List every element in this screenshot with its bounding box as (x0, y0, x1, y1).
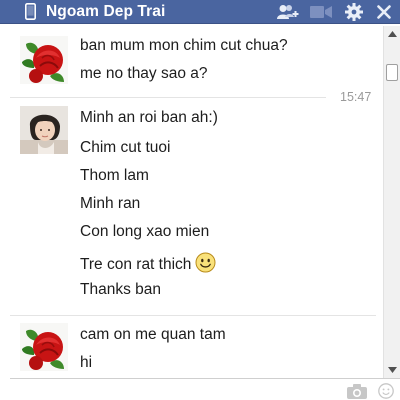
conversation-area[interactable]: ban mum mon chim cut chua? me no thay sa… (10, 26, 383, 378)
message-text: Con long xao mien (80, 223, 210, 240)
message-text: Thanks ban (80, 281, 161, 298)
gear-icon[interactable] (344, 0, 364, 24)
timestamp: 15:47 (340, 90, 372, 104)
chat-header[interactable]: Ngoam Dep Trai (0, 0, 400, 24)
divider (10, 315, 376, 316)
scroll-down-arrow-icon[interactable] (384, 362, 400, 378)
message-text: cam on me quan tam (80, 326, 226, 343)
message-text: Tre con rat thich (80, 256, 192, 273)
close-icon[interactable] (376, 0, 392, 24)
message-text: Thom lam (80, 167, 149, 184)
message-text: hi (80, 354, 93, 371)
add-friend-icon[interactable] (276, 0, 300, 24)
girl-avatar (20, 106, 68, 154)
divider (10, 97, 326, 98)
rose-avatar (20, 323, 68, 371)
rose-avatar (20, 36, 68, 84)
message-text: me no thay sao a? (80, 65, 208, 82)
message-text: Minh ran (80, 195, 141, 212)
scrollbar[interactable] (383, 26, 400, 378)
scrollbar-thumb[interactable] (386, 64, 398, 81)
message-text: Chim cut tuoi (80, 139, 171, 156)
camera-icon[interactable] (346, 383, 368, 400)
contact-name[interactable]: Ngoam Dep Trai (46, 3, 165, 21)
smiley-emoji-icon (195, 252, 216, 279)
message-text: ban mum mon chim cut chua? (80, 37, 288, 54)
scroll-up-arrow-icon[interactable] (384, 26, 400, 42)
video-call-icon[interactable] (310, 0, 332, 24)
emoji-icon[interactable] (376, 383, 396, 400)
message-text: Minh an roi ban ah:) (80, 109, 218, 126)
phone-icon (24, 3, 36, 21)
message-composer[interactable] (10, 378, 400, 400)
message-row: Tre con rat thich (80, 252, 216, 279)
